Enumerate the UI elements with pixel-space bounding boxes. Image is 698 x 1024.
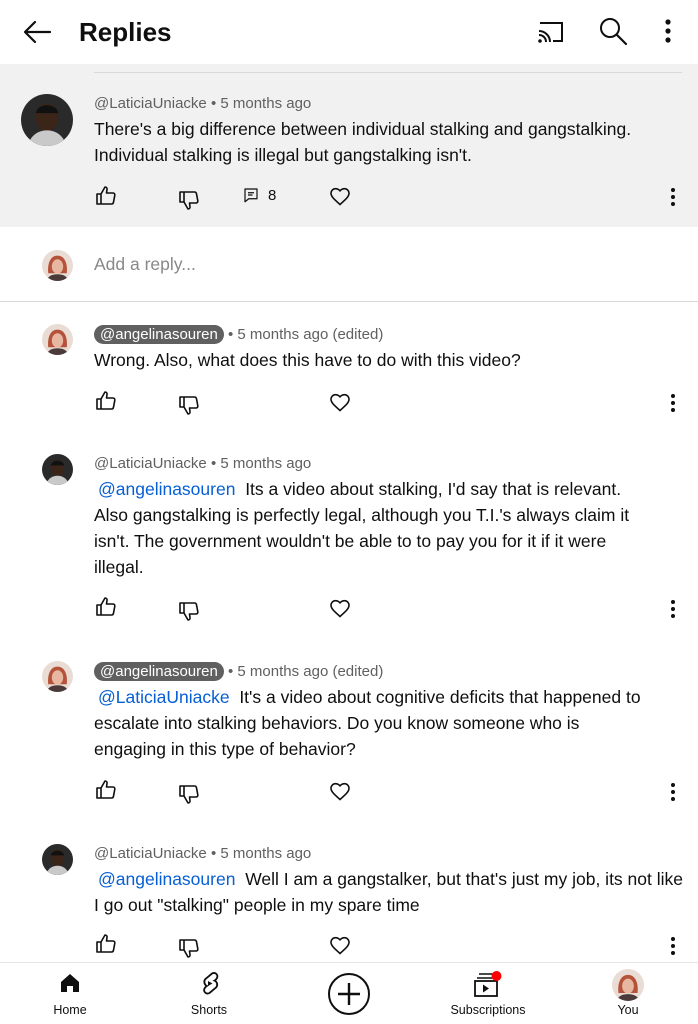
comment-meta: @angelinasouren • 5 months ago (edited) [94,662,383,682]
comment-author[interactable]: @LaticiaUniacke [94,455,207,472]
comment-more-icon[interactable] [668,392,678,414]
back-arrow-icon[interactable] [22,18,52,46]
comment-time: • 5 months ago [210,95,312,112]
home-icon [61,974,79,992]
heart-icon[interactable] [328,184,352,208]
like-icon[interactable] [94,778,118,802]
comment-time: • 5 months ago (edited) [227,663,384,680]
reply-count: 8 [268,187,277,204]
nav-label: Home [53,1003,87,1017]
avatar[interactable] [42,454,73,485]
nav-label: Shorts [190,1003,228,1017]
comment-time: • 5 months ago (edited) [227,326,384,343]
comment-time: • 5 months ago [210,455,312,472]
notification-dot [491,971,502,981]
heart-icon[interactable] [328,390,352,414]
more-vert-icon[interactable] [656,16,680,46]
heart-icon[interactable] [328,779,352,803]
comment-meta: @LaticiaUniacke • 5 months ago [94,454,311,474]
divider [94,72,682,73]
heart-icon[interactable] [328,933,352,957]
comment-text: Wrong. Also, what does this have to do w… [94,347,674,373]
dislike-icon[interactable] [177,188,201,212]
creator-badge[interactable]: @angelinasouren [94,662,224,681]
reply-count-icon[interactable] [242,186,260,204]
like-icon[interactable] [94,595,118,619]
comment-text: @angelinasouren Its a video about stalki… [94,476,654,580]
like-icon[interactable] [94,932,118,956]
nav-you[interactable]: You [573,963,683,1024]
nav-create[interactable] [294,963,404,1024]
creator-badge[interactable]: @angelinasouren [94,325,224,344]
like-icon[interactable] [94,184,118,208]
comment-text: @LaticiaUniacke It's a video about cogni… [94,684,654,762]
comment-text: @angelinasouren Well I am a gangstalker,… [94,866,684,918]
comment-meta: @LaticiaUniacke • 5 months ago [94,844,311,864]
dislike-icon[interactable] [177,599,201,623]
nav-label: You [617,1003,639,1017]
comment-author[interactable]: @LaticiaUniacke [94,95,207,112]
comment-text: There's a big difference between individ… [94,119,632,165]
dislike-icon[interactable] [177,782,201,806]
comment-body: Wrong. Also, what does this have to do w… [94,350,521,370]
mention-link[interactable]: @LaticiaUniacke [94,687,230,707]
add-reply-row[interactable]: Add a reply... [0,228,698,302]
parent-comment: @LaticiaUniacke • 5 months ago There's a… [0,64,698,227]
subscriptions-icon [474,971,502,997]
avatar[interactable] [42,844,73,875]
like-icon[interactable] [94,389,118,413]
mention-link[interactable]: @angelinasouren [94,479,235,499]
create-plus-icon [328,973,370,1015]
nav-home[interactable]: Home [15,963,125,1024]
heart-icon[interactable] [328,596,352,620]
comment-more-icon[interactable] [668,935,678,957]
nav-subscriptions[interactable]: Subscriptions [433,963,543,1024]
nav-shorts[interactable]: Shorts [154,963,264,1024]
comment-author[interactable]: @LaticiaUniacke [94,845,207,862]
comment-more-icon[interactable] [668,598,678,620]
bottom-navigation: Home Shorts Subscriptions You [0,962,698,1024]
mention-link[interactable]: @angelinasouren [94,869,235,889]
comment-meta: @angelinasouren • 5 months ago (edited) [94,325,383,345]
nav-label: Subscriptions [450,1003,526,1017]
avatar [42,250,73,281]
top-app-bar: Replies [0,0,698,64]
comment-time: • 5 months ago [210,845,312,862]
page-title: Replies [79,17,172,47]
cast-icon[interactable] [536,18,566,46]
comment-meta: @LaticiaUniacke • 5 months ago [94,94,311,114]
avatar[interactable] [42,324,73,355]
comment-more-icon[interactable] [668,781,678,803]
add-reply-input[interactable]: Add a reply... [94,254,196,275]
shorts-icon [203,972,219,995]
dislike-icon[interactable] [177,936,201,960]
avatar [612,969,644,1001]
comment-more-icon[interactable] [668,186,678,208]
search-icon[interactable] [598,16,628,46]
avatar[interactable] [21,94,73,146]
dislike-icon[interactable] [177,393,201,417]
avatar[interactable] [42,661,73,692]
